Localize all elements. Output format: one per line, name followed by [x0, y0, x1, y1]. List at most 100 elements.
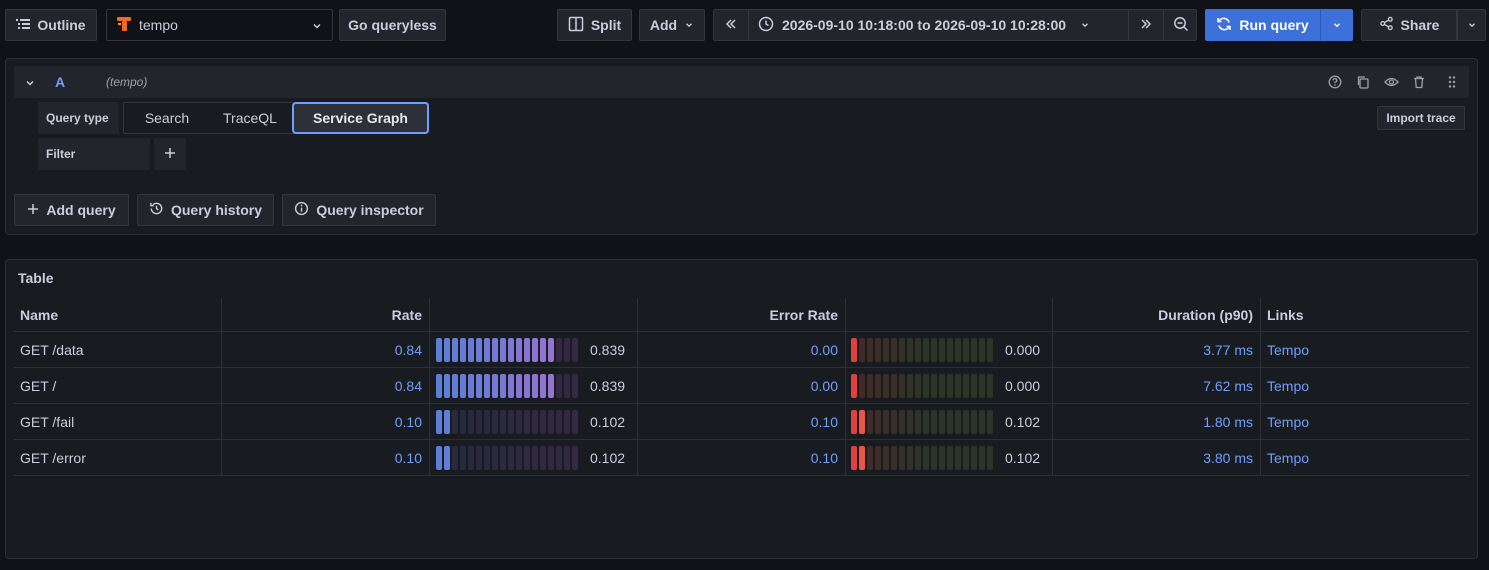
- outline-button[interactable]: Outline: [5, 9, 97, 41]
- column-header-error-rate[interactable]: Error Rate: [638, 297, 838, 333]
- gauge-segment: [963, 374, 969, 398]
- cell-link-tempo[interactable]: Tempo: [1267, 332, 1309, 368]
- cell-error-rate: 0.00: [810, 342, 838, 358]
- cell-rate: 0.10: [394, 450, 422, 466]
- gauge-segment: [923, 446, 929, 470]
- gauge-segment: [532, 410, 538, 434]
- column-divider: [429, 298, 430, 475]
- duplicate-icon[interactable]: [1353, 72, 1373, 92]
- error-rate-gauge-value: 0.102: [1005, 414, 1041, 430]
- add-query-label: Add query: [46, 202, 116, 218]
- gauge-segment: [899, 410, 905, 434]
- gauge-segment: [923, 410, 929, 434]
- query-type-label: Query type: [38, 102, 119, 134]
- query-ref-id[interactable]: A: [55, 74, 65, 90]
- plus-icon: [164, 147, 176, 162]
- go-queryless-button[interactable]: Go queryless: [339, 9, 446, 41]
- cell-error-rate: 0.10: [810, 414, 838, 430]
- gauge-segment: [484, 374, 490, 398]
- gauge-segment: [492, 338, 498, 362]
- query-history-label: Query history: [170, 202, 263, 218]
- query-history-button[interactable]: Query history: [137, 194, 274, 226]
- query-type-traceql[interactable]: TraceQL: [212, 103, 288, 133]
- error-rate-gauge: [851, 446, 993, 470]
- share-options-button[interactable]: [1457, 9, 1486, 41]
- help-icon[interactable]: [1325, 72, 1345, 92]
- query-type-search[interactable]: Search: [130, 103, 204, 133]
- share-button[interactable]: Share: [1361, 9, 1457, 41]
- gauge-segment: [556, 446, 562, 470]
- trash-icon[interactable]: [1409, 72, 1429, 92]
- gauge-segment: [468, 374, 474, 398]
- cell-duration: 1.80 ms: [1203, 414, 1253, 430]
- gauge-segment: [508, 410, 514, 434]
- zoom-out-icon: [1173, 16, 1189, 35]
- run-query-options-button[interactable]: [1320, 9, 1353, 41]
- gauge-segment: [931, 446, 937, 470]
- split-label: Split: [590, 17, 622, 33]
- eye-icon[interactable]: [1381, 72, 1401, 92]
- chevron-down-icon: [311, 19, 323, 35]
- gauge-segment: [899, 374, 905, 398]
- time-picker-button[interactable]: 2026-09-10 10:18:00 to 2026-09-10 10:28:…: [749, 10, 1128, 40]
- drag-handle-icon[interactable]: [1442, 72, 1462, 92]
- gauge-segment: [500, 374, 506, 398]
- gauge-segment: [444, 374, 450, 398]
- add-filter-button[interactable]: [154, 138, 186, 170]
- gauge-segment: [979, 410, 985, 434]
- gauge-segment: [460, 446, 466, 470]
- gauge-segment: [883, 410, 889, 434]
- cell-link-tempo[interactable]: Tempo: [1267, 440, 1309, 476]
- cell-link-tempo[interactable]: Tempo: [1267, 404, 1309, 440]
- gauge-segment: [484, 410, 490, 434]
- datasource-picker[interactable]: tempo: [106, 9, 333, 41]
- gauge-segment: [867, 338, 873, 362]
- column-header-rate[interactable]: Rate: [222, 297, 422, 333]
- column-header-duration[interactable]: Duration (p90): [1053, 297, 1253, 333]
- gauge-segment: [492, 446, 498, 470]
- gauge-segment: [548, 338, 554, 362]
- gauge-segment: [851, 446, 857, 470]
- error-rate-gauge-value: 0.102: [1005, 450, 1041, 466]
- run-query-button[interactable]: Run query: [1205, 9, 1320, 41]
- cell-name: GET /fail: [20, 414, 75, 430]
- split-button[interactable]: Split: [557, 9, 632, 41]
- import-trace-label: Import trace: [1386, 111, 1456, 125]
- gauge-segment: [564, 410, 570, 434]
- gauge-segment: [484, 338, 490, 362]
- gauge-segment: [987, 446, 993, 470]
- cell-error-rate: 0.10: [810, 450, 838, 466]
- import-trace-button[interactable]: Import trace: [1377, 106, 1465, 130]
- query-type-service-graph[interactable]: Service Graph: [292, 102, 429, 134]
- gauge-segment: [915, 338, 921, 362]
- gauge-segment: [883, 374, 889, 398]
- chevron-down-icon: [1080, 17, 1090, 33]
- add-query-button[interactable]: Add query: [14, 194, 129, 226]
- gauge-segment: [907, 446, 913, 470]
- tempo-logo-icon: [116, 16, 132, 35]
- gauge-segment: [947, 374, 953, 398]
- gauge-segment: [532, 374, 538, 398]
- gauge-segment: [572, 410, 578, 434]
- cell-link-tempo[interactable]: Tempo: [1267, 368, 1309, 404]
- gauge-segment: [867, 410, 873, 434]
- time-forward-button[interactable]: [1129, 10, 1163, 40]
- gauge-segment: [955, 338, 961, 362]
- gauge-segment: [436, 374, 442, 398]
- gauge-segment: [987, 410, 993, 434]
- gauge-segment: [572, 446, 578, 470]
- time-back-button[interactable]: [714, 10, 748, 40]
- sync-icon: [1216, 16, 1232, 35]
- gauge-segment: [524, 338, 530, 362]
- rate-gauge-value: 0.102: [590, 450, 626, 466]
- query-inspector-button[interactable]: Query inspector: [282, 194, 436, 226]
- column-header-links[interactable]: Links: [1267, 297, 1457, 333]
- gauge-segment: [516, 374, 522, 398]
- time-range-group: 2026-09-10 10:18:00 to 2026-09-10 10:28:…: [713, 9, 1197, 41]
- collapse-chevron-icon[interactable]: [24, 76, 36, 92]
- zoom-out-button[interactable]: [1164, 10, 1197, 40]
- add-button[interactable]: Add: [639, 9, 705, 41]
- column-header-name[interactable]: Name: [20, 297, 215, 333]
- filter-label: Filter: [38, 138, 150, 170]
- gauge-segment: [572, 338, 578, 362]
